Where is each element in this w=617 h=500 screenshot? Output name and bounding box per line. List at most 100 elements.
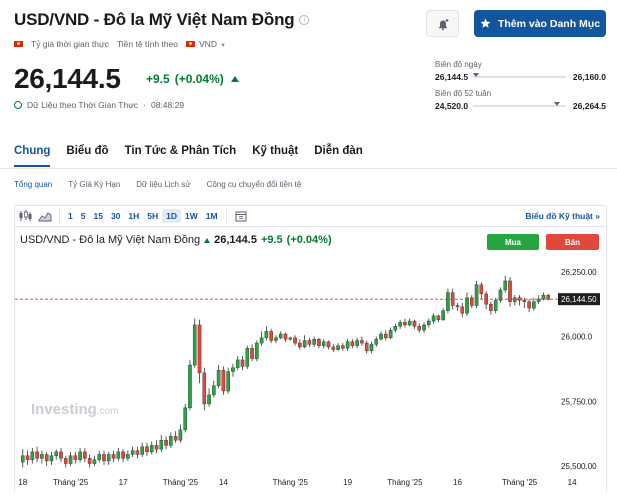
candle-down	[298, 342, 302, 348]
x-axis-tick-label: Tháng '25	[53, 478, 89, 487]
buy-button[interactable]: Mua	[487, 234, 539, 250]
candle-down	[73, 455, 78, 460]
candle-down	[341, 345, 345, 349]
chart-legend: USD/VND - Đô la Mỹ Việt Nam Đồng 26,144.…	[20, 234, 332, 246]
candle-down	[436, 315, 441, 320]
candle-up	[374, 338, 379, 345]
candle-up	[274, 337, 278, 341]
candle-down	[508, 280, 512, 302]
candle-up	[427, 320, 431, 326]
x-axis-tick-label: 18	[18, 478, 27, 487]
candle-down	[350, 341, 355, 346]
candle-up	[393, 326, 398, 331]
candle-down	[384, 333, 388, 339]
x-axis-tick-label: Tháng '25	[387, 478, 423, 487]
candle-up	[49, 455, 54, 462]
candle-down	[63, 458, 68, 464]
x-axis-tick-label: Tháng '25	[502, 478, 538, 487]
candle-up	[512, 297, 517, 302]
candle-down	[326, 341, 331, 348]
watermark-suffix: .com	[97, 406, 119, 417]
x-axis-tick-label: 16	[453, 478, 462, 487]
candle-down	[121, 451, 125, 459]
candle-down	[546, 294, 551, 300]
candle-down	[87, 458, 92, 464]
candle-up	[216, 370, 221, 387]
candle-down	[412, 320, 417, 327]
candle-up	[431, 315, 436, 322]
candle-down	[164, 440, 168, 446]
x-axis-tick-label: Tháng '25	[273, 478, 309, 487]
candle-down	[317, 338, 321, 346]
candle-up	[422, 324, 426, 331]
candle-up	[30, 451, 35, 460]
candle-up	[149, 445, 154, 453]
sell-button[interactable]: Bán	[546, 234, 599, 250]
candle-up	[159, 440, 164, 450]
legend-change: +9.5	[260, 234, 283, 246]
candle-up	[388, 329, 393, 339]
candle-up	[398, 322, 402, 327]
candle-down	[455, 305, 460, 308]
x-axis-tick-label: 17	[119, 478, 128, 487]
candle-down	[44, 454, 49, 462]
candle-down	[250, 348, 254, 359]
candle-down	[489, 304, 493, 311]
y-axis-tick-label: 26,250.00	[561, 268, 597, 277]
candle-up	[264, 331, 269, 339]
candle-up	[255, 342, 259, 359]
candle-down	[417, 326, 422, 331]
candle-up	[183, 407, 187, 431]
candle-up	[312, 338, 316, 345]
candle-up	[54, 451, 59, 456]
x-axis-tick-label: 14	[568, 478, 577, 487]
candle-up	[441, 310, 445, 320]
candle-down	[283, 333, 288, 340]
candle-down	[364, 342, 369, 352]
candle-down	[135, 450, 140, 455]
candle-up	[226, 371, 230, 392]
candle-up	[40, 454, 44, 459]
candle-up	[278, 333, 283, 339]
candle-down	[269, 331, 273, 341]
candle-down	[479, 284, 484, 295]
legend-instrument: USD/VND - Đô la Mỹ Việt Nam Đồng	[20, 234, 201, 246]
watermark-logo: Investing.com	[31, 401, 119, 418]
candle-down	[111, 454, 116, 459]
candle-up	[231, 367, 235, 372]
candle-down	[173, 436, 178, 441]
candle-down	[221, 370, 226, 392]
candle-up	[369, 344, 374, 352]
candle-down	[527, 301, 531, 309]
candle-up	[302, 340, 307, 348]
candle-up	[532, 301, 536, 309]
candle-down	[307, 340, 312, 345]
candle-down	[154, 445, 159, 450]
candle-up	[446, 292, 450, 311]
candle-down	[403, 322, 407, 326]
x-axis-tick-label: Tháng '25	[163, 478, 199, 487]
candle-up	[503, 280, 508, 291]
candle-up	[541, 294, 546, 300]
candle-up	[97, 454, 102, 460]
candle-down	[522, 300, 527, 302]
y-axis-tick-label: 25,500.00	[561, 462, 597, 471]
candle-down	[293, 337, 297, 344]
candle-up	[345, 341, 350, 349]
candle-up	[140, 446, 144, 455]
candle-up	[20, 455, 25, 463]
candle-up	[78, 451, 82, 460]
price-chart[interactable]: Investing.com 25,500.00 25,750.00 26,000.0 2…	[0, 0, 617, 500]
candle-down	[145, 446, 149, 453]
legend-change-percent: (+0.04%)	[286, 234, 332, 246]
candle-down	[83, 451, 87, 459]
candle-up	[288, 337, 293, 340]
candle-up	[321, 341, 326, 346]
candle-down	[25, 455, 30, 460]
candle-down	[331, 346, 336, 350]
candle-up	[259, 337, 264, 344]
candle-up	[188, 364, 192, 409]
candle-up	[355, 340, 359, 346]
candle-down	[197, 324, 202, 374]
candle-up	[379, 333, 383, 340]
